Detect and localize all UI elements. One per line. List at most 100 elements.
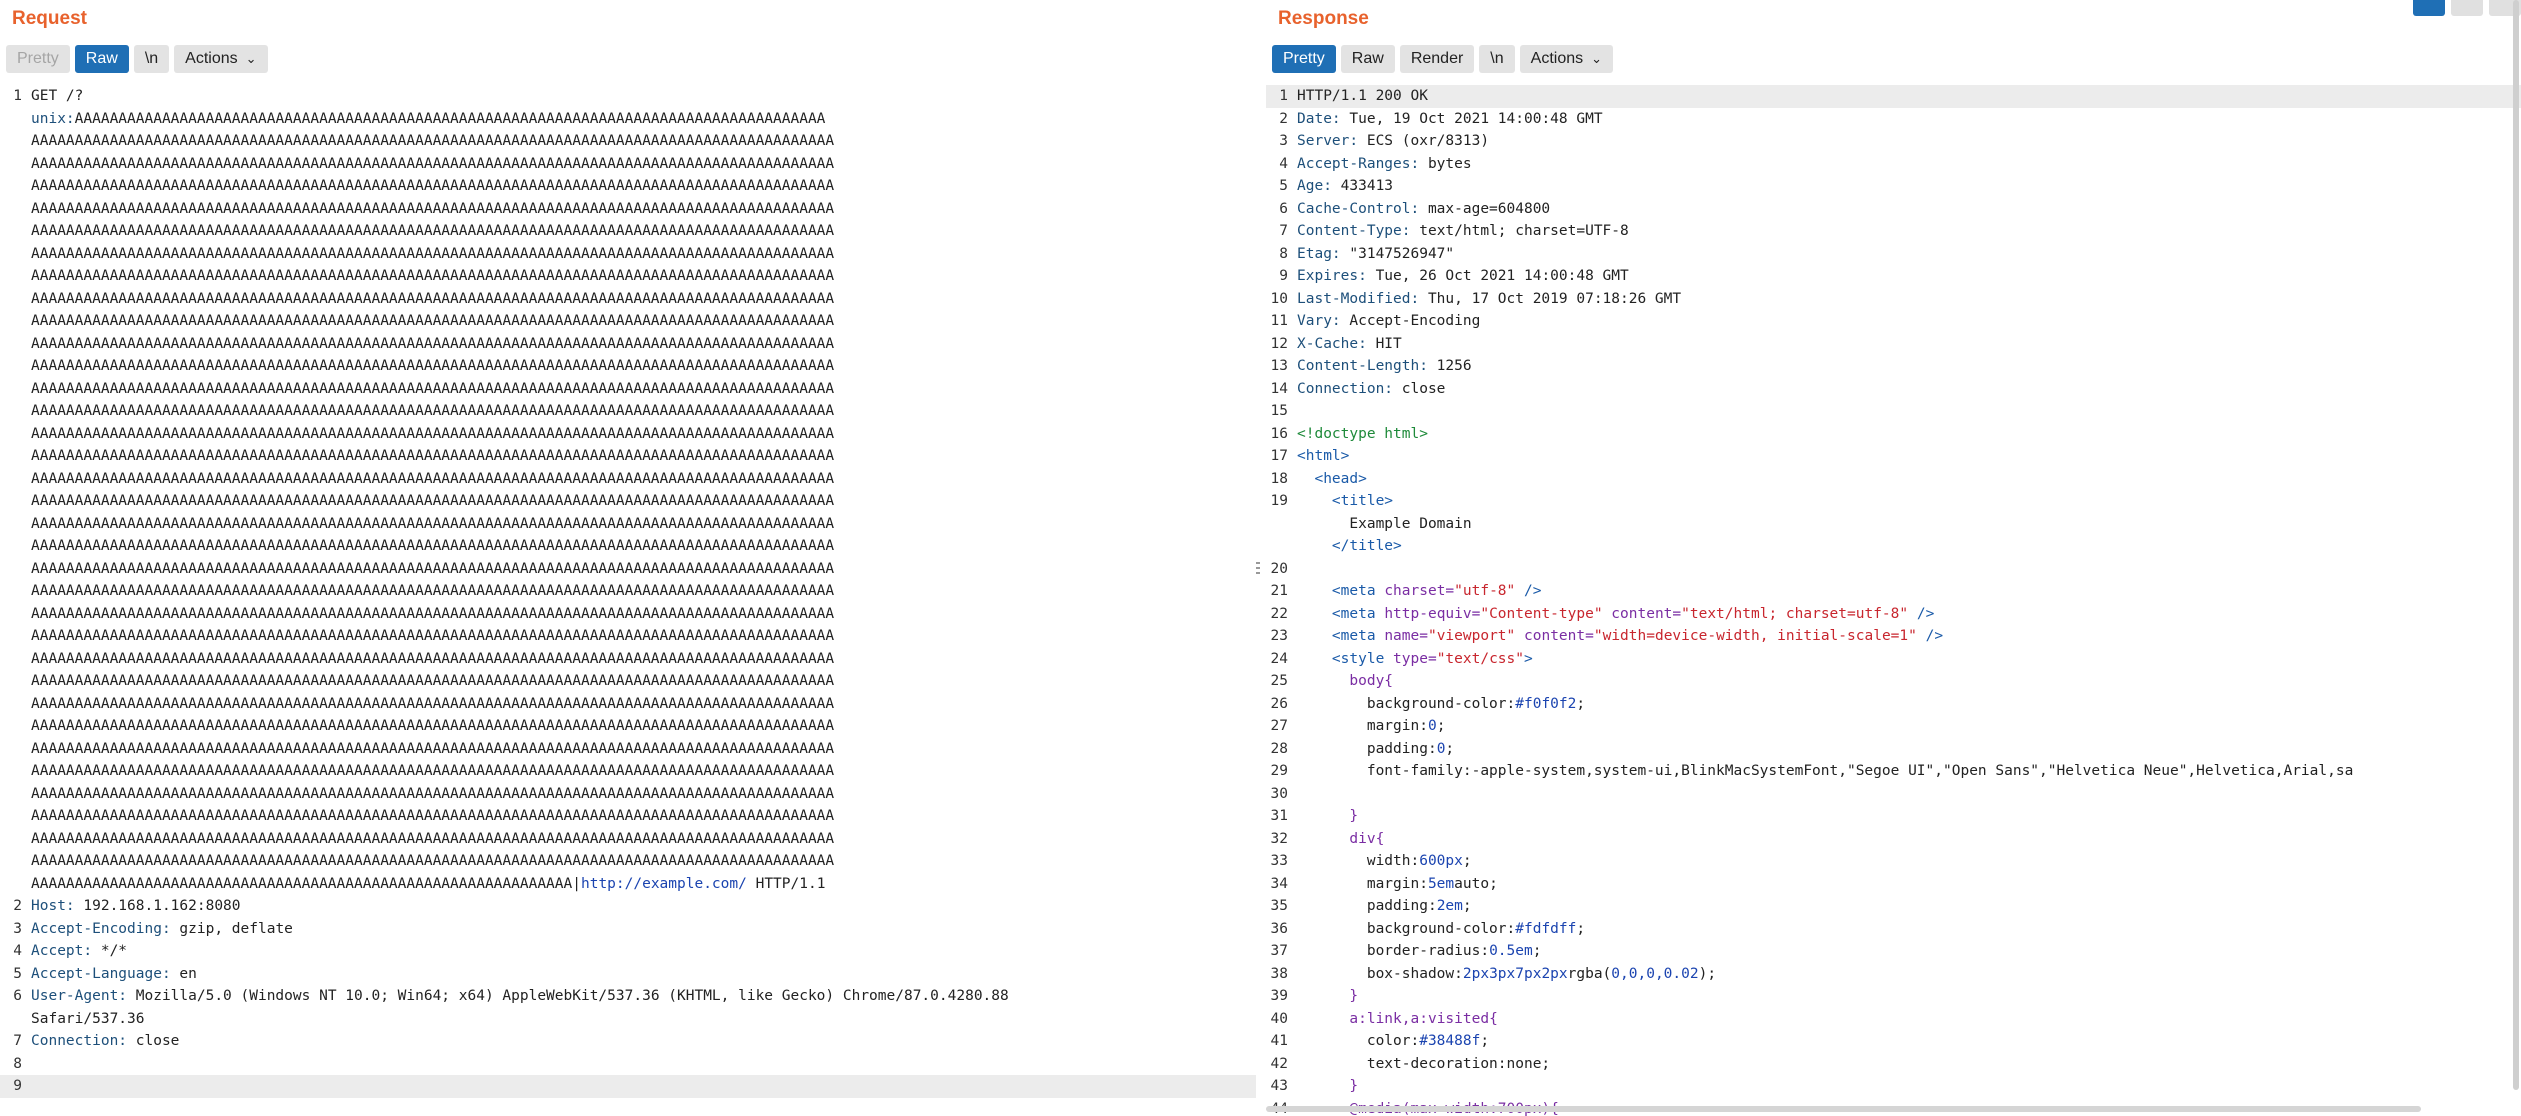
response-line[interactable]: 22 <meta http-equiv="Content-type" conte… bbox=[1266, 603, 2521, 626]
request-line[interactable]: 3 Accept-Encoding: gzip, deflate bbox=[0, 918, 1256, 941]
request-line[interactable]: 7 Connection: close bbox=[0, 1030, 1256, 1053]
response-horizontal-scrollbar[interactable] bbox=[1266, 1106, 2421, 1112]
response-line[interactable]: 13 Content-Length: 1256 bbox=[1266, 355, 2521, 378]
request-line[interactable]: AAAAAAAAAAAAAAAAAAAAAAAAAAAAAAAAAAAAAAAA… bbox=[0, 760, 1256, 783]
request-line[interactable]: AAAAAAAAAAAAAAAAAAAAAAAAAAAAAAAAAAAAAAAA… bbox=[0, 850, 1256, 873]
response-line[interactable]: 29 font-family:-apple-system,system-ui,B… bbox=[1266, 760, 2521, 783]
request-line[interactable]: AAAAAAAAAAAAAAAAAAAAAAAAAAAAAAAAAAAAAAAA… bbox=[0, 445, 1256, 468]
request-line[interactable]: AAAAAAAAAAAAAAAAAAAAAAAAAAAAAAAAAAAAAAAA… bbox=[0, 153, 1256, 176]
response-line[interactable]: 35 padding:2em; bbox=[1266, 895, 2521, 918]
response-line[interactable]: 37 border-radius:0.5em; bbox=[1266, 940, 2521, 963]
response-line[interactable]: 10 Last-Modified: Thu, 17 Oct 2019 07:18:… bbox=[1266, 288, 2521, 311]
response-line[interactable]: 15 bbox=[1266, 400, 2521, 423]
response-line[interactable]: Example Domain bbox=[1266, 513, 2521, 536]
drag-handle-icon[interactable] bbox=[1256, 562, 1260, 576]
request-line[interactable]: AAAAAAAAAAAAAAAAAAAAAAAAAAAAAAAAAAAAAAAA… bbox=[0, 828, 1256, 851]
response-line[interactable]: </title> bbox=[1266, 535, 2521, 558]
request-line[interactable]: AAAAAAAAAAAAAAAAAAAAAAAAAAAAAAAAAAAAAAAA… bbox=[0, 198, 1256, 221]
response-line[interactable]: 25 body{ bbox=[1266, 670, 2521, 693]
request-actions-button[interactable]: Actions ⌄ bbox=[174, 45, 268, 73]
request-line[interactable]: unix:AAAAAAAAAAAAAAAAAAAAAAAAAAAAAAAAAAA… bbox=[0, 108, 1256, 131]
request-line[interactable]: 5 Accept-Language: en bbox=[0, 963, 1256, 986]
response-line[interactable]: 9 Expires: Tue, 26 Oct 2021 14:00:48 GMT bbox=[1266, 265, 2521, 288]
response-line[interactable]: 2 Date: Tue, 19 Oct 2021 14:00:48 GMT bbox=[1266, 108, 2521, 131]
request-line[interactable]: AAAAAAAAAAAAAAAAAAAAAAAAAAAAAAAAAAAAAAAA… bbox=[0, 783, 1256, 806]
request-line[interactable]: 4 Accept: */* bbox=[0, 940, 1256, 963]
response-actions-button[interactable]: Actions ⌄ bbox=[1519, 45, 1614, 73]
response-line[interactable]: 30 bbox=[1266, 783, 2521, 806]
response-line[interactable]: 27 margin:0; bbox=[1266, 715, 2521, 738]
request-raw-button[interactable]: Raw bbox=[74, 45, 129, 73]
request-line[interactable]: AAAAAAAAAAAAAAAAAAAAAAAAAAAAAAAAAAAAAAAA… bbox=[0, 693, 1256, 716]
response-line[interactable]: 33 width:600px; bbox=[1266, 850, 2521, 873]
response-line[interactable]: 39 } bbox=[1266, 985, 2521, 1008]
response-line[interactable]: 11 Vary: Accept-Encoding bbox=[1266, 310, 2521, 333]
request-line[interactable]: AAAAAAAAAAAAAAAAAAAAAAAAAAAAAAAAAAAAAAAA… bbox=[0, 670, 1256, 693]
response-line[interactable]: 26 background-color:#f0f0f2; bbox=[1266, 693, 2521, 716]
split-vertical-icon[interactable] bbox=[2451, 0, 2483, 16]
request-line[interactable]: AAAAAAAAAAAAAAAAAAAAAAAAAAAAAAAAAAAAAAAA… bbox=[0, 220, 1256, 243]
request-line[interactable]: AAAAAAAAAAAAAAAAAAAAAAAAAAAAAAAAAAAAAAAA… bbox=[0, 805, 1256, 828]
response-pretty-button[interactable]: Pretty bbox=[1272, 45, 1336, 73]
response-line[interactable]: 36 background-color:#fdfdff; bbox=[1266, 918, 2521, 941]
request-line[interactable]: AAAAAAAAAAAAAAAAAAAAAAAAAAAAAAAAAAAAAAAA… bbox=[0, 580, 1256, 603]
response-line[interactable]: 41 color:#38488f; bbox=[1266, 1030, 2521, 1053]
response-line[interactable]: 32 div{ bbox=[1266, 828, 2521, 851]
response-line[interactable]: 3 Server: ECS (oxr/8313) bbox=[1266, 130, 2521, 153]
response-line[interactable]: 34 margin:5emauto; bbox=[1266, 873, 2521, 896]
request-line[interactable]: AAAAAAAAAAAAAAAAAAAAAAAAAAAAAAAAAAAAAAAA… bbox=[0, 468, 1256, 491]
response-newline-button[interactable]: \n bbox=[1479, 45, 1515, 73]
response-line[interactable]: 5 Age: 433413 bbox=[1266, 175, 2521, 198]
split-horizontal-icon[interactable] bbox=[2413, 0, 2445, 16]
response-line[interactable]: 1 HTTP/1.1 200 OK bbox=[1266, 85, 2521, 108]
response-line[interactable]: 38 box-shadow:2px3px7px2pxrgba(0,0,0,0.0… bbox=[1266, 963, 2521, 986]
request-line[interactable]: AAAAAAAAAAAAAAAAAAAAAAAAAAAAAAAAAAAAAAAA… bbox=[0, 175, 1256, 198]
request-line[interactable]: AAAAAAAAAAAAAAAAAAAAAAAAAAAAAAAAAAAAAAAA… bbox=[0, 288, 1256, 311]
request-line[interactable]: AAAAAAAAAAAAAAAAAAAAAAAAAAAAAAAAAAAAAAAA… bbox=[0, 243, 1256, 266]
request-line[interactable]: AAAAAAAAAAAAAAAAAAAAAAAAAAAAAAAAAAAAAAAA… bbox=[0, 423, 1256, 446]
request-line[interactable]: 9 bbox=[0, 1075, 1256, 1098]
response-line[interactable]: 42 text-decoration:none; bbox=[1266, 1053, 2521, 1076]
response-editor[interactable]: 1 HTTP/1.1 200 OK 2 Date: Tue, 19 Oct 2021 … bbox=[1266, 85, 2521, 1116]
response-vertical-scrollbar[interactable] bbox=[2513, 0, 2519, 1090]
response-render-button[interactable]: Render bbox=[1399, 45, 1475, 73]
request-line[interactable]: 1 GET /? bbox=[0, 85, 1256, 108]
request-line[interactable]: 6 User-Agent: Mozilla/5.0 (Windows NT 10.… bbox=[0, 985, 1256, 1008]
request-line[interactable]: AAAAAAAAAAAAAAAAAAAAAAAAAAAAAAAAAAAAAAAA… bbox=[0, 603, 1256, 626]
request-line[interactable]: AAAAAAAAAAAAAAAAAAAAAAAAAAAAAAAAAAAAAAAA… bbox=[0, 873, 1256, 896]
request-line[interactable]: AAAAAAAAAAAAAAAAAAAAAAAAAAAAAAAAAAAAAAAA… bbox=[0, 355, 1256, 378]
pane-divider[interactable] bbox=[1256, 0, 1266, 1116]
request-line[interactable]: AAAAAAAAAAAAAAAAAAAAAAAAAAAAAAAAAAAAAAAA… bbox=[0, 648, 1256, 671]
response-line[interactable]: 12 X-Cache: HIT bbox=[1266, 333, 2521, 356]
request-line[interactable]: Safari/537.36 bbox=[0, 1008, 1256, 1031]
request-line[interactable]: AAAAAAAAAAAAAAAAAAAAAAAAAAAAAAAAAAAAAAAA… bbox=[0, 378, 1256, 401]
request-newline-button[interactable]: \n bbox=[133, 45, 170, 73]
response-raw-button[interactable]: Raw bbox=[1340, 45, 1395, 73]
response-line[interactable]: 19 <title> bbox=[1266, 490, 2521, 513]
request-line[interactable]: AAAAAAAAAAAAAAAAAAAAAAAAAAAAAAAAAAAAAAAA… bbox=[0, 333, 1256, 356]
response-line[interactable]: 43 } bbox=[1266, 1075, 2521, 1098]
response-line[interactable]: 14 Connection: close bbox=[1266, 378, 2521, 401]
request-line[interactable]: AAAAAAAAAAAAAAAAAAAAAAAAAAAAAAAAAAAAAAAA… bbox=[0, 513, 1256, 536]
request-line[interactable]: AAAAAAAAAAAAAAAAAAAAAAAAAAAAAAAAAAAAAAAA… bbox=[0, 715, 1256, 738]
request-line[interactable]: AAAAAAAAAAAAAAAAAAAAAAAAAAAAAAAAAAAAAAAA… bbox=[0, 490, 1256, 513]
request-line[interactable]: AAAAAAAAAAAAAAAAAAAAAAAAAAAAAAAAAAAAAAAA… bbox=[0, 558, 1256, 581]
response-line[interactable]: 28 padding:0; bbox=[1266, 738, 2521, 761]
response-line[interactable]: 4 Accept-Ranges: bytes bbox=[1266, 153, 2521, 176]
response-line[interactable]: 31 } bbox=[1266, 805, 2521, 828]
request-line[interactable]: AAAAAAAAAAAAAAAAAAAAAAAAAAAAAAAAAAAAAAAA… bbox=[0, 400, 1256, 423]
response-line[interactable]: 16 <!doctype html> bbox=[1266, 423, 2521, 446]
response-line[interactable]: 24 <style type="text/css"> bbox=[1266, 648, 2521, 671]
response-line[interactable]: 18 <head> bbox=[1266, 468, 2521, 491]
response-line[interactable]: 23 <meta name="viewport" content="width=… bbox=[1266, 625, 2521, 648]
request-line[interactable]: 2 Host: 192.168.1.162:8080 bbox=[0, 895, 1256, 918]
request-pretty-button[interactable]: Pretty bbox=[6, 45, 70, 73]
response-line[interactable]: 7 Content-Type: text/html; charset=UTF-8 bbox=[1266, 220, 2521, 243]
response-line[interactable]: 6 Cache-Control: max-age=604800 bbox=[1266, 198, 2521, 221]
response-line[interactable]: 21 <meta charset="utf-8" /> bbox=[1266, 580, 2521, 603]
response-line[interactable]: 20 bbox=[1266, 558, 2521, 581]
request-editor[interactable]: 1 GET /? unix:AAAAAAAAAAAAAAAAAAAAAAAAAAAA… bbox=[0, 85, 1256, 1098]
response-line[interactable]: 40 a:link,a:visited{ bbox=[1266, 1008, 2521, 1031]
request-line[interactable]: AAAAAAAAAAAAAAAAAAAAAAAAAAAAAAAAAAAAAAAA… bbox=[0, 130, 1256, 153]
response-line[interactable]: 8 Etag: "3147526947" bbox=[1266, 243, 2521, 266]
